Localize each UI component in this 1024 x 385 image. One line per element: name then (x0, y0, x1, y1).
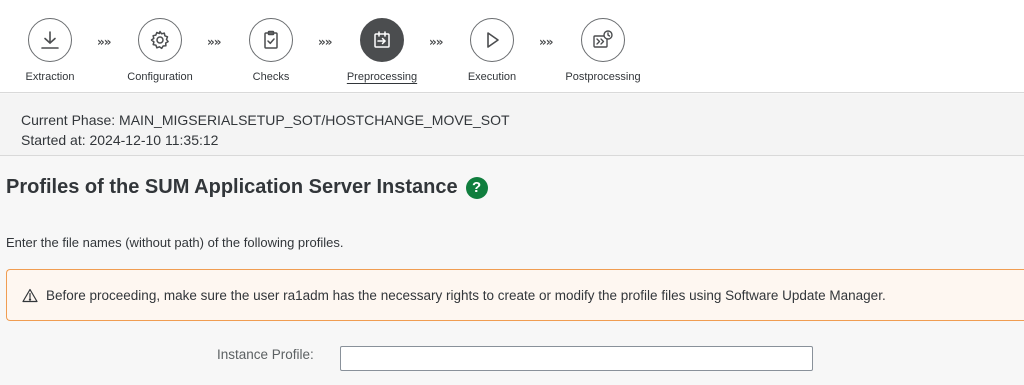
step-preprocessing[interactable]: Preprocessing (332, 18, 432, 83)
step-separator: »» (97, 35, 111, 49)
step-postprocessing[interactable]: Postprocessing (553, 18, 653, 83)
help-icon[interactable]: ? (465, 176, 488, 199)
step-label: Checks (252, 71, 290, 83)
instance-profile-label: Instance Profile: (217, 347, 314, 362)
intro-text: Enter the file names (without path) of t… (6, 235, 344, 250)
step-circle[interactable] (249, 18, 293, 62)
current-phase-text: Current Phase: MAIN_MIGSERIALSETUP_SOT/H… (21, 112, 510, 128)
postprocessing-clock-icon (593, 30, 613, 48)
step-separator: »» (429, 35, 443, 49)
step-circle[interactable] (581, 18, 625, 62)
step-label: Configuration (127, 71, 193, 83)
step-circle[interactable] (28, 18, 72, 62)
step-circle[interactable] (138, 18, 182, 62)
roadmap: Extraction »» Configuration »» Checks »»… (0, 0, 1024, 93)
step-extraction[interactable]: Extraction (0, 18, 100, 83)
play-icon (487, 32, 499, 48)
step-separator: »» (318, 35, 332, 49)
step-circle-active[interactable] (360, 18, 404, 62)
step-label: Execution (467, 71, 517, 83)
gear-icon (150, 30, 169, 50)
step-separator: »» (207, 35, 221, 49)
started-at-text: Started at: 2024-12-10 11:35:12 (21, 132, 219, 148)
clipboard-check-icon (264, 30, 278, 49)
download-icon (41, 31, 59, 49)
step-label: Preprocessing (346, 71, 418, 83)
step-configuration[interactable]: Configuration (110, 18, 210, 83)
calendar-arrow-icon (374, 31, 390, 48)
main-content: Profiles of the SUM Application Server I… (0, 157, 1024, 385)
instance-profile-input[interactable] (340, 346, 813, 371)
step-circle[interactable] (470, 18, 514, 62)
warning-message-strip: Before proceeding, make sure the user ra… (6, 269, 1024, 321)
step-label: Extraction (25, 71, 75, 83)
page-title: Profiles of the SUM Application Server I… (6, 176, 488, 199)
warning-text: Before proceeding, make sure the user ra… (46, 287, 886, 303)
step-checks[interactable]: Checks (221, 18, 321, 83)
phase-info: Current Phase: MAIN_MIGSERIALSETUP_SOT/H… (0, 94, 1024, 156)
page-title-text: Profiles of the SUM Application Server I… (6, 176, 458, 198)
warning-icon (22, 288, 38, 303)
step-label: Postprocessing (565, 71, 641, 83)
step-execution[interactable]: Execution (442, 18, 542, 83)
step-separator: »» (539, 35, 553, 49)
